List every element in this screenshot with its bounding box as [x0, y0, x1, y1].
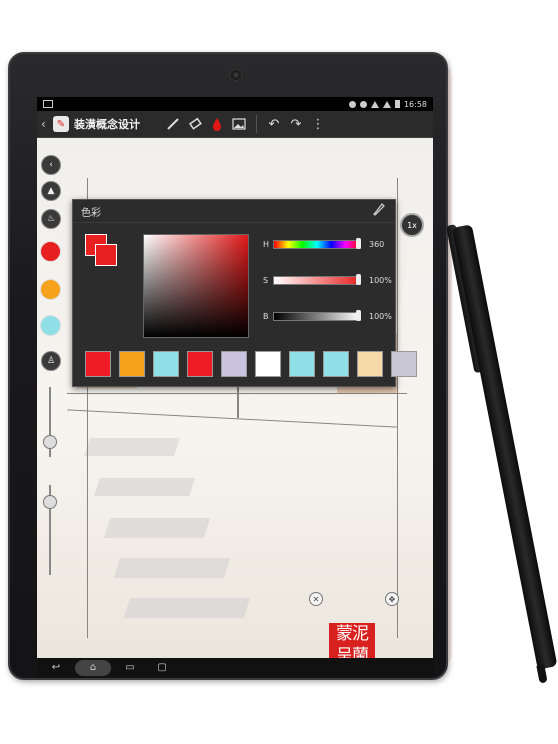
saturation-slider-handle[interactable] — [356, 273, 361, 285]
color-swatch[interactable] — [391, 351, 417, 377]
current-color-swatch — [95, 244, 117, 266]
sketch-floor-tile — [103, 518, 211, 538]
wifi-icon — [370, 100, 379, 108]
nav-menu-icon[interactable]: ▢ — [149, 660, 175, 676]
pen-nib-icon[interactable]: ▲ — [41, 181, 61, 201]
status-bar: 16:58 — [37, 97, 433, 111]
color-swatch[interactable] — [323, 351, 349, 377]
brightness-slider[interactable] — [273, 309, 361, 321]
eraser-icon[interactable] — [184, 113, 206, 135]
collapse-rail-icon[interactable]: ‹ — [41, 155, 61, 175]
nav-back-icon[interactable]: ↩ — [43, 660, 69, 676]
saturation-row: S 100% — [263, 272, 393, 288]
battery-icon — [394, 100, 400, 108]
eyedropper-icon[interactable] — [373, 202, 385, 220]
app-logo-icon: ✎ — [53, 116, 69, 132]
sketch-horizon-line — [67, 393, 407, 394]
redo-icon[interactable]: ↷ — [285, 113, 307, 135]
hue-value: 360 — [369, 239, 385, 249]
image-icon[interactable] — [228, 113, 250, 135]
recent-color-1[interactable] — [40, 241, 61, 262]
front-camera — [230, 69, 242, 81]
color-swatch[interactable] — [357, 351, 383, 377]
brightness-row: B 100% — [263, 308, 393, 324]
brightness-slider-handle[interactable] — [356, 309, 361, 321]
saturation-key: S — [263, 275, 269, 285]
color-picker-panel: 色彩 H 360 S 100% B 100% — [72, 199, 417, 387]
ink-drop-icon[interactable] — [206, 113, 228, 135]
signal-icon — [382, 100, 391, 108]
brush-style-icon[interactable]: ♨ — [41, 209, 61, 229]
nav-recents-icon[interactable]: ▭ — [117, 660, 143, 676]
close-handle-icon[interactable]: ✕ — [309, 592, 323, 606]
toolbar-divider — [256, 115, 257, 133]
tablet-device: 16:58 ‹ ✎ 装潢概念设计 ↶ ↷ ⋮ 蒙泥呈蘭 ✕ ✥ ‹ ▲ ♨ ♙ … — [8, 52, 448, 680]
hue-slider-handle[interactable] — [356, 237, 361, 249]
more-icon[interactable]: ⋮ — [307, 113, 329, 135]
alarm-icon — [348, 100, 356, 108]
sketch-floor-tile — [123, 598, 251, 618]
sketch-floor-tile — [94, 478, 195, 496]
sketch-floor-tile — [113, 558, 231, 578]
size-slider-knob[interactable] — [43, 435, 57, 449]
color-swatch[interactable] — [221, 351, 247, 377]
hue-row: H 360 — [263, 236, 393, 252]
back-icon[interactable]: ‹ — [41, 117, 51, 131]
stylus-pen — [452, 224, 558, 670]
color-swatch[interactable] — [255, 351, 281, 377]
color-swatch[interactable] — [85, 351, 111, 377]
recent-color-3[interactable] — [40, 315, 61, 336]
color-swatch[interactable] — [289, 351, 315, 377]
move-handle-icon[interactable]: ✥ — [385, 592, 399, 606]
saturation-slider[interactable] — [273, 273, 361, 285]
color-panel-title: 色彩 — [81, 207, 101, 219]
color-swatch[interactable] — [119, 351, 145, 377]
color-swatch[interactable] — [187, 351, 213, 377]
side-tool-rail: ‹ ▲ ♨ ♙ — [37, 155, 63, 575]
notification-image-icon — [43, 100, 53, 108]
color-swatches — [85, 351, 417, 377]
saturation-value: 100% — [369, 275, 392, 285]
document-title: 装潢概念设计 — [74, 118, 140, 131]
vibrate-icon — [359, 100, 367, 108]
hue-key: H — [263, 239, 270, 249]
brightness-value: 100% — [369, 311, 392, 321]
sketch-vertical-line — [397, 178, 398, 638]
sketch-floor-line — [67, 409, 397, 428]
nav-home-icon[interactable]: ⌂ — [75, 659, 111, 676]
system-nav-bar: ↩ ⌂ ▭ ▢ — [37, 658, 433, 677]
color-swatch[interactable] — [153, 351, 179, 377]
recent-color-2[interactable] — [40, 279, 61, 300]
zoom-level-badge[interactable]: 1x — [400, 213, 424, 237]
clock: 16:58 — [403, 99, 427, 109]
brush-icon[interactable] — [162, 113, 184, 135]
saturation-brightness-area[interactable] — [143, 234, 249, 338]
undo-icon[interactable]: ↶ — [263, 113, 285, 135]
hue-slider[interactable] — [273, 237, 361, 249]
brush-shape-icon[interactable]: ♙ — [41, 351, 61, 371]
screen: 16:58 ‹ ✎ 装潢概念设计 ↶ ↷ ⋮ 蒙泥呈蘭 ✕ ✥ ‹ ▲ ♨ ♙ … — [37, 97, 433, 677]
sketch-floor-tile — [84, 438, 180, 456]
brightness-key: B — [263, 311, 269, 321]
opacity-slider-knob[interactable] — [43, 495, 57, 509]
app-toolbar: ‹ ✎ 装潢概念设计 ↶ ↷ ⋮ — [37, 111, 433, 138]
color-panel-header: 色彩 — [73, 200, 395, 223]
